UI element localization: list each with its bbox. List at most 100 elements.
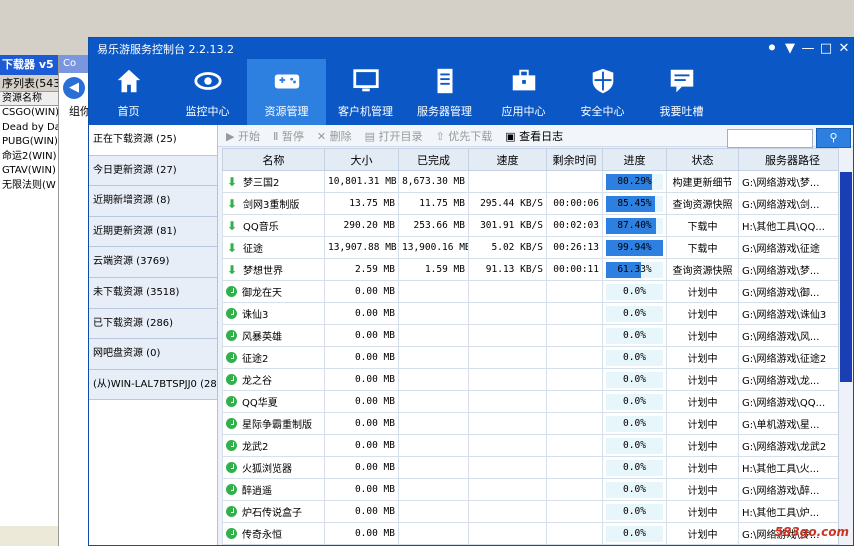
action-button[interactable]: ▣ 查看日志 [505, 128, 563, 144]
bg-explorer-title: Co [59, 55, 89, 73]
action-button[interactable]: ⇧ 优先下载 [436, 128, 493, 144]
status-cell: 计划中 [666, 456, 739, 479]
back-arrow-icon[interactable]: ◀ [63, 77, 85, 99]
clock-icon [226, 396, 237, 407]
table-row[interactable]: 星际争霸重制版 0.00 MB 0.0% 计划中 G:\单机游戏\星... [222, 412, 847, 435]
sidebar-item[interactable]: 已下载资源 (286) [89, 308, 217, 340]
progress-bar: 0.0% [606, 305, 663, 322]
nav-home-button[interactable]: 首页 [89, 59, 168, 125]
name-cell: ⬇ 梦三国2 [222, 170, 325, 193]
table-row[interactable]: 风暴英雄 0.00 MB 0.0% 计划中 G:\网络游戏\风... [222, 324, 847, 347]
sidebar-item[interactable]: 网吧盘资源 (0) [89, 339, 217, 370]
resource-name: 火狐浏览器 [242, 464, 292, 475]
clock-icon [226, 462, 237, 473]
path-cell: G:\网络游戏\龙武2 [738, 434, 847, 457]
close-icon[interactable]: ✕ [835, 38, 853, 59]
progress-text: 61.33% [617, 263, 652, 275]
speed-cell [468, 456, 547, 479]
table-row[interactable]: ⬇ QQ音乐 290.20 MB 253.66 MB 301.91 KB/S 00:02:… [222, 214, 847, 237]
table-row[interactable]: ⬇ 征途 13,907.88 MB 13,900.16 MB 5.02 KB/S 00:2… [222, 236, 847, 259]
table-row[interactable]: 火狐浏览器 0.00 MB 0.0% 计划中 H:\其他工具\火... [222, 456, 847, 479]
column-header[interactable]: 已完成 [398, 148, 469, 171]
action-button[interactable]: ▤ 打开目录 [365, 128, 423, 144]
sidebar-item[interactable]: 云端资源 (3769) [89, 247, 217, 278]
sidebar-item[interactable]: 近期更新资源 (81) [89, 216, 217, 248]
resource-table-wrap: 名称 大小 已完成 速度 剩余时间 进度 状态 服务器路径 ⬇ 梦三国2 10,801.31 MB… [222, 148, 853, 545]
table-row[interactable]: ⬇ 梦三国2 10,801.31 MB 8,673.30 MB 80.29% 构建更新细节… [222, 170, 847, 193]
status-cell: 计划中 [666, 324, 739, 347]
table-row[interactable]: ⬇ 梦想世界 2.59 MB 1.59 MB 91.13 KB/S 00:00:11 61.… [222, 258, 847, 281]
bg-list-item[interactable]: CSGO(WIN) [0, 106, 62, 121]
sidebar-item[interactable]: 今日更新资源 (27) [89, 155, 217, 187]
bg-list-item[interactable]: 无限法则(W [0, 178, 62, 193]
progress-text: 0.0% [623, 483, 646, 495]
path-cell: G:\网络游戏\梦... [738, 170, 847, 193]
search-icon[interactable]: ⚲ [816, 128, 851, 148]
sidebar-item[interactable]: (从)WIN-LAL7BTSPJJ0 (286) [89, 369, 217, 401]
action-button[interactable]: ✕ 删除 [317, 128, 352, 144]
nav-monitor-button[interactable]: 客户机管理 [326, 59, 405, 125]
name-cell: 醉逍遥 [222, 478, 325, 501]
status-cell: 计划中 [666, 346, 739, 369]
resource-name: 星际争霸重制版 [242, 420, 312, 431]
table-row[interactable]: 龙武2 0.00 MB 0.0% 计划中 G:\网络游戏\龙武2 [222, 434, 847, 457]
progress-cell: 85.45% [602, 192, 667, 215]
table-row[interactable]: 诛仙3 0.00 MB 0.0% 计划中 G:\网络游戏\诛仙3 [222, 302, 847, 325]
sidebar-item[interactable]: 正在下载资源 (25) [89, 125, 217, 156]
search-input[interactable] [727, 129, 813, 148]
action-button[interactable]: ▶ 开始 [226, 128, 260, 144]
table-row[interactable]: 醉逍遥 0.00 MB 0.0% 计划中 G:\网络游戏\醉... [222, 478, 847, 501]
progress-cell: 0.0% [602, 412, 667, 435]
clock-icon [226, 506, 237, 517]
skin-icon[interactable]: ⚫ [763, 38, 781, 59]
sidebar-item[interactable]: 未下载资源 (3518) [89, 277, 217, 309]
progress-bar: 0.0% [606, 349, 663, 366]
speed-cell: 301.91 KB/S [468, 214, 547, 237]
action-button[interactable]: Ⅱ 暂停 [273, 128, 304, 144]
vertical-scrollbar[interactable] [838, 148, 853, 545]
nav-server-button[interactable]: 服务器管理 [405, 59, 484, 125]
nav-toolbox-button[interactable]: 应用中心 [484, 59, 563, 125]
column-header[interactable]: 速度 [468, 148, 547, 171]
column-header[interactable]: 名称 [222, 148, 325, 171]
sidebar-item[interactable]: 近期新增资源 (8) [89, 186, 217, 217]
progress-bar: 0.0% [606, 481, 663, 498]
table-row[interactable]: ⬇ 剑网3重制版 13.75 MB 11.75 MB 295.44 KB/S 00:00:… [222, 192, 847, 215]
speed-cell [468, 412, 547, 435]
table-row[interactable]: 御龙在天 0.00 MB 0.0% 计划中 G:\网络游戏\御... [222, 280, 847, 303]
column-header[interactable]: 大小 [324, 148, 399, 171]
remain-cell [546, 324, 603, 347]
table-row[interactable]: 炉石传说盒子 0.00 MB 0.0% 计划中 H:\其他工具\炉... [222, 500, 847, 523]
maximize-icon[interactable]: □ [817, 38, 835, 59]
column-header[interactable]: 剩余时间 [546, 148, 603, 171]
progress-text: 0.0% [623, 351, 646, 363]
bg-list-item[interactable]: Dead by Day [0, 120, 67, 135]
speed-cell [468, 478, 547, 501]
resource-name: 传奇永恒 [242, 530, 282, 541]
nav-gamepad-button[interactable]: 资源管理 [247, 59, 326, 125]
remain-cell: 00:00:06 [546, 192, 603, 215]
table-row[interactable]: 龙之谷 0.00 MB 0.0% 计划中 G:\网络游戏\龙... [222, 368, 847, 391]
table-row[interactable]: QQ华夏 0.00 MB 0.0% 计划中 G:\网络游戏\QQ... [222, 390, 847, 413]
bg-list-item[interactable]: PUBG(WIN) [0, 135, 62, 150]
nav-shield-button[interactable]: 安全中心 [563, 59, 642, 125]
column-header[interactable]: 进度 [602, 148, 667, 171]
column-header[interactable]: 服务器路径 [738, 148, 847, 171]
size-cell: 0.00 MB [324, 390, 399, 413]
speed-cell: 295.44 KB/S [468, 192, 547, 215]
scroll-thumb[interactable] [840, 172, 852, 382]
table-row[interactable]: 传奇永恒 0.00 MB 0.0% 计划中 G:\网络游戏\传... [222, 522, 847, 545]
nav-chat-button[interactable]: 我要吐槽 [642, 59, 721, 125]
bg-list-item[interactable]: GTAV(WIN) [0, 164, 62, 179]
done-cell [398, 280, 469, 303]
table-row[interactable]: 征途2 0.00 MB 0.0% 计划中 G:\网络游戏\征途2 [222, 346, 847, 369]
nav-eye-button[interactable]: 监控中心 [168, 59, 247, 125]
resource-sidebar: 正在下载资源 (25) 今日更新资源 (27) 近期新增资源 (8) 近期更新资源 (… [89, 125, 218, 545]
status-cell: 计划中 [666, 390, 739, 413]
name-cell: 征途2 [222, 346, 325, 369]
column-header[interactable]: 状态 [666, 148, 739, 171]
bg-list-item[interactable]: 命运2(WIN) [0, 149, 62, 164]
minimize-icon[interactable]: — [799, 38, 817, 59]
bg-list: CSGO(WIN) Dead by Day PUBG(WIN) 命运2(WIN) GTA… [0, 106, 67, 526]
menu-icon[interactable]: ▼ [781, 38, 799, 59]
